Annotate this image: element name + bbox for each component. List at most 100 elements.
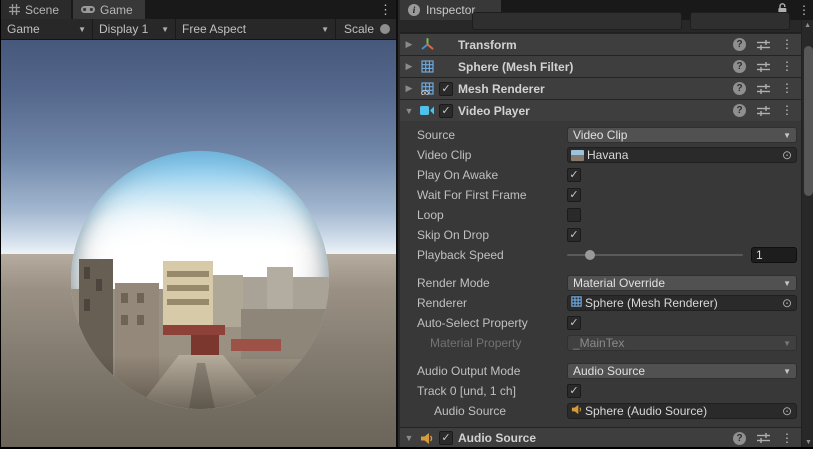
help-icon[interactable]: ? (733, 82, 746, 95)
preset-icon[interactable] (757, 61, 770, 73)
chevron-down-icon: ▼ (783, 339, 791, 348)
tab-scene[interactable]: Scene (1, 0, 71, 19)
scale-slider-knob[interactable] (380, 24, 390, 34)
auto-select-property-checkbox[interactable]: ✓ (567, 316, 581, 330)
object-picker-icon[interactable]: ⊙ (780, 405, 794, 417)
property-label: Play On Awake (400, 168, 567, 182)
wait-for-first-frame-checkbox[interactable]: ✓ (567, 188, 581, 202)
video-player-icon (418, 105, 436, 116)
preset-icon[interactable] (757, 105, 770, 117)
inspector-menu-icon[interactable]: ⋮ (798, 2, 810, 19)
help-icon[interactable]: ? (733, 104, 746, 117)
display-dropdown[interactable]: Display 1 ▼ (93, 19, 176, 39)
video-sphere (71, 151, 329, 409)
slider-knob[interactable] (585, 250, 595, 260)
transform-icon (418, 38, 436, 51)
preset-icon[interactable] (757, 432, 770, 444)
foldout-icon[interactable]: ▶ (400, 39, 418, 50)
preset-icon[interactable] (757, 83, 770, 95)
component-enabled-checkbox[interactable]: ✓ (439, 431, 453, 445)
component-menu-icon[interactable]: ⋮ (781, 430, 793, 447)
property-label: Skip On Drop (400, 228, 567, 242)
inspector-body: ▶ Transform ? ⋮ ▶ (400, 33, 801, 449)
aspect-ratio-dropdown[interactable]: Free Aspect ▼ (176, 19, 336, 39)
component-menu-icon[interactable]: ⋮ (781, 102, 793, 119)
component-title: Sphere (Mesh Filter) (458, 60, 573, 74)
game-toolbar: Game ▼ Display 1 ▼ Free Aspect ▼ Scale (1, 19, 396, 40)
property-label: Audio Source (400, 404, 567, 418)
dropdown-value: Video Clip (573, 128, 627, 142)
tab-game[interactable]: Game (73, 0, 145, 19)
skip-on-drop-checkbox[interactable]: ✓ (567, 228, 581, 242)
property-row-audio-source-ref: Audio Source Sphere (Audio Source) ⊙ (400, 401, 801, 421)
preset-icon[interactable] (757, 39, 770, 51)
playback-speed-slider[interactable] (567, 254, 743, 256)
property-label: Renderer (400, 296, 567, 310)
component-header-video-player[interactable]: ▼ ✓ Video Player ? ⋮ (400, 99, 801, 121)
property-label: Source (400, 128, 567, 142)
component-title: Video Player (458, 104, 530, 118)
partial-field (690, 12, 790, 30)
help-icon[interactable]: ? (733, 38, 746, 51)
game-viewport (1, 40, 396, 449)
video-clip-object-field[interactable]: Havana ⊙ (567, 147, 797, 163)
foldout-icon[interactable]: ▶ (400, 61, 418, 72)
property-row-auto-select-property: Auto-Select Property ✓ (400, 313, 801, 333)
object-field-value: Sphere (Audio Source) (585, 404, 780, 418)
component-header-mesh-renderer[interactable]: ▶ ✓ Mesh Renderer ? ⋮ (400, 77, 801, 99)
render-mode-dropdown[interactable]: Material Override ▼ (567, 275, 797, 291)
object-field-value: Sphere (Mesh Renderer) (585, 296, 780, 310)
game-panel-menu-icon[interactable]: ⋮ (379, 1, 392, 18)
mesh-renderer-mini-icon (571, 296, 582, 310)
property-row-renderer: Renderer Sphere (Mesh Renderer) ⊙ (400, 293, 801, 313)
scale-control: Scale (336, 22, 396, 36)
scroll-up-icon[interactable]: ▲ (804, 22, 811, 448)
dropdown-value: Audio Source (573, 364, 645, 378)
component-header-mesh-filter[interactable]: ▶ Sphere (Mesh Filter) ? ⋮ (400, 55, 801, 77)
component-enabled-checkbox[interactable]: ✓ (439, 104, 453, 118)
chevron-down-icon: ▼ (321, 25, 329, 34)
component-menu-icon[interactable]: ⋮ (781, 36, 793, 53)
property-row-material-property: Material Property _MainTex ▼ (400, 333, 801, 353)
unity-editor-window: Scene Game ⋮ Game ▼ Display 1 ▼ Free Asp… (0, 0, 813, 449)
audio-output-mode-dropdown[interactable]: Audio Source ▼ (567, 363, 797, 379)
property-label: Loop (400, 208, 567, 222)
property-row-audio-output-mode: Audio Output Mode Audio Source ▼ (400, 361, 801, 381)
component-menu-icon[interactable]: ⋮ (781, 80, 793, 97)
component-title: Audio Source (458, 431, 536, 445)
property-label: Track 0 [und, 1 ch] (400, 384, 567, 398)
component-title: Mesh Renderer (458, 82, 545, 96)
component-enabled-checkbox[interactable]: ✓ (439, 82, 453, 96)
source-dropdown[interactable]: Video Clip ▼ (567, 127, 797, 143)
foldout-icon[interactable]: ▼ (400, 433, 418, 443)
chevron-down-icon: ▼ (783, 131, 791, 140)
property-label: Playback Speed (400, 248, 567, 262)
property-label: Auto-Select Property (400, 316, 567, 330)
component-header-audio-source[interactable]: ▼ ✓ Audio Source ? ⋮ (400, 427, 801, 449)
partial-field (472, 12, 682, 30)
gamepad-icon (81, 5, 95, 14)
property-row-video-clip: Video Clip Havana ⊙ (400, 145, 801, 165)
object-picker-icon[interactable]: ⊙ (780, 297, 794, 309)
havana-cityscape (71, 259, 329, 409)
track0-checkbox[interactable]: ✓ (567, 384, 581, 398)
property-row-wait-for-first-frame: Wait For First Frame ✓ (400, 185, 801, 205)
renderer-object-field[interactable]: Sphere (Mesh Renderer) ⊙ (567, 295, 797, 311)
audio-source-object-field[interactable]: Sphere (Audio Source) ⊙ (567, 403, 797, 419)
component-header-transform[interactable]: ▶ Transform ? ⋮ (400, 33, 801, 55)
object-picker-icon[interactable]: ⊙ (780, 149, 794, 161)
info-icon: i (408, 4, 420, 16)
component-menu-icon[interactable]: ⋮ (781, 58, 793, 75)
view-mode-dropdown[interactable]: Game ▼ (1, 19, 93, 39)
tab-game-label: Game (100, 3, 133, 17)
help-icon[interactable]: ? (733, 432, 746, 445)
playback-speed-field[interactable]: 1 (751, 247, 797, 263)
help-icon[interactable]: ? (733, 60, 746, 73)
play-on-awake-checkbox[interactable]: ✓ (567, 168, 581, 182)
chevron-down-icon: ▼ (78, 25, 86, 34)
foldout-icon[interactable]: ▼ (400, 106, 418, 116)
foldout-icon[interactable]: ▶ (400, 83, 418, 94)
scale-label: Scale (344, 22, 374, 36)
loop-checkbox[interactable] (567, 208, 581, 222)
dropdown-value: Material Override (573, 276, 665, 290)
